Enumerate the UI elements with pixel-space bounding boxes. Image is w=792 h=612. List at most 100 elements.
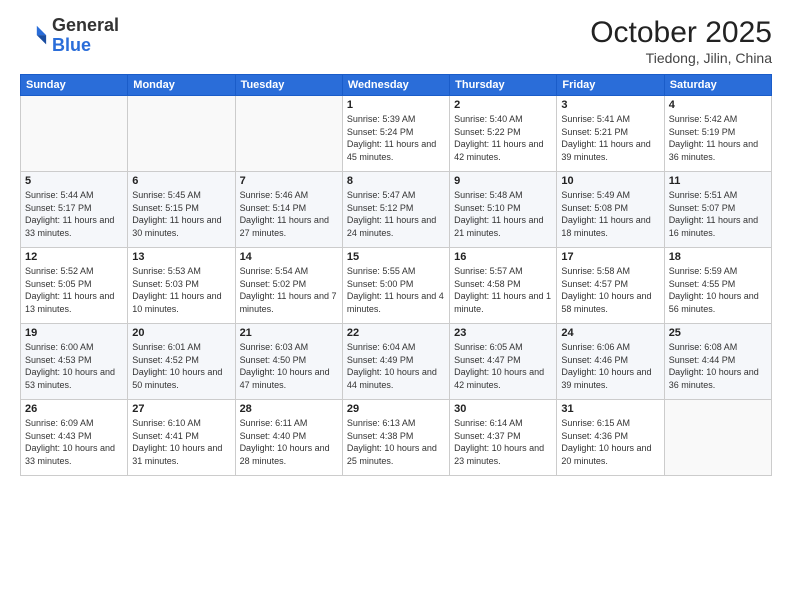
day-number-4-3: 29 (347, 403, 445, 415)
col-monday: Monday (128, 75, 235, 96)
logo-blue: Blue (52, 35, 91, 55)
day-number-2-5: 17 (561, 251, 659, 263)
day-info-1-6: Sunrise: 5:51 AMSunset: 5:07 PMDaylight:… (669, 189, 767, 239)
day-number-2-0: 12 (25, 251, 123, 263)
calendar-cell-0-1 (128, 96, 235, 172)
day-number-3-1: 20 (132, 327, 230, 339)
calendar-cell-3-1: 20 Sunrise: 6:01 AMSunset: 4:52 PMDayligh… (128, 324, 235, 400)
calendar: Sunday Monday Tuesday Wednesday Thursday… (20, 74, 772, 476)
day-number-2-3: 15 (347, 251, 445, 263)
week-row-4: 26 Sunrise: 6:09 AMSunset: 4:43 PMDayligh… (21, 400, 772, 476)
day-info-1-5: Sunrise: 5:49 AMSunset: 5:08 PMDaylight:… (561, 189, 659, 239)
col-saturday: Saturday (664, 75, 771, 96)
day-info-3-5: Sunrise: 6:06 AMSunset: 4:46 PMDaylight:… (561, 341, 659, 391)
calendar-cell-3-2: 21 Sunrise: 6:03 AMSunset: 4:50 PMDayligh… (235, 324, 342, 400)
day-info-2-1: Sunrise: 5:53 AMSunset: 5:03 PMDaylight:… (132, 265, 230, 315)
day-number-4-4: 30 (454, 403, 552, 415)
col-sunday: Sunday (21, 75, 128, 96)
day-info-1-3: Sunrise: 5:47 AMSunset: 5:12 PMDaylight:… (347, 189, 445, 239)
day-number-1-0: 5 (25, 175, 123, 187)
logo: General Blue (20, 16, 119, 56)
calendar-cell-1-2: 7 Sunrise: 5:46 AMSunset: 5:14 PMDaylight… (235, 172, 342, 248)
day-info-3-0: Sunrise: 6:00 AMSunset: 4:53 PMDaylight:… (25, 341, 123, 391)
day-number-3-2: 21 (240, 327, 338, 339)
day-info-3-4: Sunrise: 6:05 AMSunset: 4:47 PMDaylight:… (454, 341, 552, 391)
day-info-4-4: Sunrise: 6:14 AMSunset: 4:37 PMDaylight:… (454, 417, 552, 467)
day-number-2-6: 18 (669, 251, 767, 263)
calendar-cell-0-3: 1 Sunrise: 5:39 AMSunset: 5:24 PMDaylight… (342, 96, 449, 172)
calendar-cell-4-1: 27 Sunrise: 6:10 AMSunset: 4:41 PMDayligh… (128, 400, 235, 476)
day-info-4-3: Sunrise: 6:13 AMSunset: 4:38 PMDaylight:… (347, 417, 445, 467)
col-friday: Friday (557, 75, 664, 96)
week-row-3: 19 Sunrise: 6:00 AMSunset: 4:53 PMDayligh… (21, 324, 772, 400)
day-info-1-2: Sunrise: 5:46 AMSunset: 5:14 PMDaylight:… (240, 189, 338, 239)
day-number-3-0: 19 (25, 327, 123, 339)
calendar-cell-1-6: 11Sunrise: 5:51 AMSunset: 5:07 PMDayligh… (664, 172, 771, 248)
calendar-cell-3-4: 23 Sunrise: 6:05 AMSunset: 4:47 PMDayligh… (450, 324, 557, 400)
calendar-cell-3-5: 24Sunrise: 6:06 AMSunset: 4:46 PMDayligh… (557, 324, 664, 400)
day-number-0-4: 2 (454, 99, 552, 111)
subtitle: Tiedong, Jilin, China (590, 50, 772, 66)
calendar-cell-2-3: 15 Sunrise: 5:55 AMSunset: 5:00 PMDayligh… (342, 248, 449, 324)
logo-text: General Blue (52, 16, 119, 56)
col-tuesday: Tuesday (235, 75, 342, 96)
day-info-2-3: Sunrise: 5:55 AMSunset: 5:00 PMDaylight:… (347, 265, 445, 315)
calendar-cell-0-2 (235, 96, 342, 172)
calendar-cell-1-0: 5 Sunrise: 5:44 AMSunset: 5:17 PMDaylight… (21, 172, 128, 248)
col-wednesday: Wednesday (342, 75, 449, 96)
day-number-4-0: 26 (25, 403, 123, 415)
day-info-0-4: Sunrise: 5:40 AMSunset: 5:22 PMDaylight:… (454, 113, 552, 163)
calendar-cell-3-0: 19 Sunrise: 6:00 AMSunset: 4:53 PMDayligh… (21, 324, 128, 400)
calendar-cell-0-5: 3Sunrise: 5:41 AMSunset: 5:21 PMDaylight… (557, 96, 664, 172)
day-info-2-0: Sunrise: 5:52 AMSunset: 5:05 PMDaylight:… (25, 265, 123, 315)
col-thursday: Thursday (450, 75, 557, 96)
day-info-0-6: Sunrise: 5:42 AMSunset: 5:19 PMDaylight:… (669, 113, 767, 163)
day-number-1-3: 8 (347, 175, 445, 187)
day-info-2-2: Sunrise: 5:54 AMSunset: 5:02 PMDaylight:… (240, 265, 338, 315)
day-info-3-6: Sunrise: 6:08 AMSunset: 4:44 PMDaylight:… (669, 341, 767, 391)
day-number-1-2: 7 (240, 175, 338, 187)
day-number-2-2: 14 (240, 251, 338, 263)
day-number-0-6: 4 (669, 99, 767, 111)
calendar-cell-2-5: 17Sunrise: 5:58 AMSunset: 4:57 PMDayligh… (557, 248, 664, 324)
day-number-4-5: 31 (561, 403, 659, 415)
day-number-2-1: 13 (132, 251, 230, 263)
header: General Blue October 2025 Tiedong, Jilin… (20, 16, 772, 66)
day-info-3-2: Sunrise: 6:03 AMSunset: 4:50 PMDaylight:… (240, 341, 338, 391)
day-info-4-1: Sunrise: 6:10 AMSunset: 4:41 PMDaylight:… (132, 417, 230, 467)
day-number-3-4: 23 (454, 327, 552, 339)
day-info-2-6: Sunrise: 5:59 AMSunset: 4:55 PMDaylight:… (669, 265, 767, 315)
calendar-cell-2-0: 12 Sunrise: 5:52 AMSunset: 5:05 PMDayligh… (21, 248, 128, 324)
month-title: October 2025 (590, 16, 772, 50)
calendar-cell-0-0 (21, 96, 128, 172)
day-number-1-1: 6 (132, 175, 230, 187)
day-info-0-3: Sunrise: 5:39 AMSunset: 5:24 PMDaylight:… (347, 113, 445, 163)
calendar-cell-4-6 (664, 400, 771, 476)
calendar-cell-2-6: 18 Sunrise: 5:59 AMSunset: 4:55 PMDayligh… (664, 248, 771, 324)
calendar-cell-0-6: 4 Sunrise: 5:42 AMSunset: 5:19 PMDaylight… (664, 96, 771, 172)
calendar-cell-1-5: 10Sunrise: 5:49 AMSunset: 5:08 PMDayligh… (557, 172, 664, 248)
calendar-cell-0-4: 2 Sunrise: 5:40 AMSunset: 5:22 PMDaylight… (450, 96, 557, 172)
calendar-cell-2-2: 14 Sunrise: 5:54 AMSunset: 5:02 PMDayligh… (235, 248, 342, 324)
calendar-cell-1-1: 6Sunrise: 5:45 AMSunset: 5:15 PMDaylight… (128, 172, 235, 248)
calendar-cell-1-3: 8 Sunrise: 5:47 AMSunset: 5:12 PMDaylight… (342, 172, 449, 248)
day-number-3-6: 25 (669, 327, 767, 339)
day-info-4-0: Sunrise: 6:09 AMSunset: 4:43 PMDaylight:… (25, 417, 123, 467)
logo-icon (20, 22, 48, 50)
week-row-2: 12 Sunrise: 5:52 AMSunset: 5:05 PMDayligh… (21, 248, 772, 324)
day-info-3-1: Sunrise: 6:01 AMSunset: 4:52 PMDaylight:… (132, 341, 230, 391)
calendar-header-row: Sunday Monday Tuesday Wednesday Thursday… (21, 75, 772, 96)
day-info-4-5: Sunrise: 6:15 AMSunset: 4:36 PMDaylight:… (561, 417, 659, 467)
calendar-cell-4-5: 31 Sunrise: 6:15 AMSunset: 4:36 PMDayligh… (557, 400, 664, 476)
day-info-1-4: Sunrise: 5:48 AMSunset: 5:10 PMDaylight:… (454, 189, 552, 239)
day-number-0-3: 1 (347, 99, 445, 111)
day-number-1-4: 9 (454, 175, 552, 187)
day-number-0-5: 3 (561, 99, 659, 111)
day-number-3-3: 22 (347, 327, 445, 339)
title-block: October 2025 Tiedong, Jilin, China (590, 16, 772, 66)
page: General Blue October 2025 Tiedong, Jilin… (0, 0, 792, 612)
calendar-cell-3-3: 22Sunrise: 6:04 AMSunset: 4:49 PMDayligh… (342, 324, 449, 400)
calendar-cell-4-3: 29 Sunrise: 6:13 AMSunset: 4:38 PMDayligh… (342, 400, 449, 476)
day-number-4-1: 27 (132, 403, 230, 415)
day-info-1-0: Sunrise: 5:44 AMSunset: 5:17 PMDaylight:… (25, 189, 123, 239)
